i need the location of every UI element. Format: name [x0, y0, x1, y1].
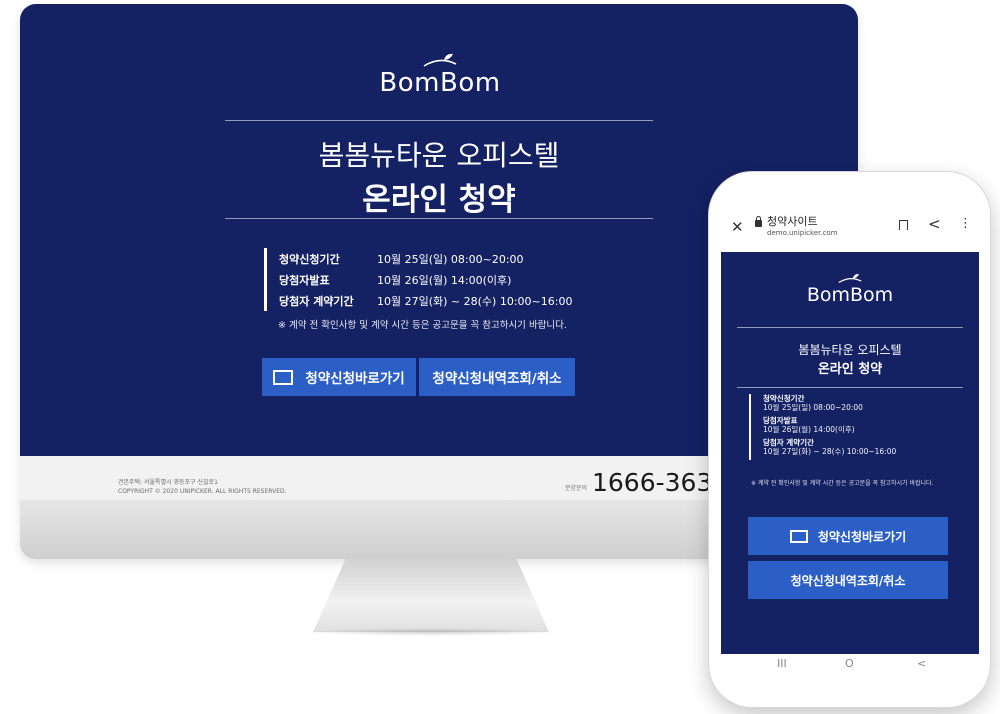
schedule-value: 10월 26일(월) 14:00(이후)	[377, 273, 512, 287]
apply-button[interactable]: 청약신청바로가기	[748, 517, 948, 555]
lock-icon	[755, 216, 762, 227]
lookup-cancel-button[interactable]: 청약신청내역조회/취소	[748, 561, 948, 599]
schedule-row: 당첨자발표 10월 26일(월) 14:00(이후)	[279, 269, 609, 290]
schedule-value: 10월 27일(화) ~ 28(수) 10:00~16:00	[763, 447, 897, 456]
mobile-screen: ✕ 청약사이트 demo.unipicker.com < ⋮ BomBom 봄봄…	[721, 208, 979, 678]
schedule-label: 당첨자 계약기간	[763, 438, 814, 447]
divider	[737, 327, 963, 328]
schedule-value: 10월 25일(일) 08:00~20:00	[377, 252, 524, 266]
mobile-phone: ✕ 청약사이트 demo.unipicker.com < ⋮ BomBom 봄봄…	[708, 171, 991, 708]
apply-button-label: 청약신청바로가기	[817, 529, 907, 544]
browser-url-bar: ✕ 청약사이트 demo.unipicker.com < ⋮	[721, 208, 979, 252]
page-subtitle: 온라인 청약	[362, 182, 516, 218]
close-icon[interactable]: ✕	[731, 218, 744, 236]
lookup-button-label: 청약신청내역조회/취소	[790, 573, 906, 588]
brand-name: BomBom	[379, 68, 501, 98]
divider	[225, 218, 653, 219]
browser-url[interactable]: demo.unipicker.com	[767, 229, 838, 237]
schedule-label: 당첨자발표	[279, 273, 330, 287]
page-title: 봄봄뉴타운 오피스텔	[318, 139, 560, 172]
page-title: 봄봄뉴타운 오피스텔	[798, 343, 902, 357]
divider	[225, 120, 653, 121]
schedule-label: 청약신청기간	[279, 252, 340, 266]
page-subtitle: 온라인 청약	[817, 362, 883, 377]
apply-button[interactable]: 청약신청바로가기	[262, 358, 416, 396]
image-icon	[273, 369, 294, 385]
monitor-stand	[313, 558, 549, 632]
desktop-brand-logo[interactable]: BomBom	[350, 52, 530, 98]
brand-name: BomBom	[806, 284, 894, 306]
schedule-list: 청약신청기간 10월 25일(일) 08:00~20:00 당첨자발표 10월 …	[264, 248, 609, 311]
schedule-row: 청약신청기간 10월 25일(일) 08:00~20:00	[279, 248, 609, 269]
footer-copyright: COPYRIGHT © 2020 UNIPICKER. ALL RIGHTS R…	[118, 488, 287, 495]
notice-text: ※ 계약 전 확인사항 및 계약 시간 등은 공고문을 꼭 참고하시기 바랍니다…	[278, 320, 567, 331]
home-icon[interactable]: O	[845, 657, 854, 670]
schedule-value: 10월 25일(일) 08:00~20:00	[763, 403, 863, 412]
lookup-cancel-button[interactable]: 청약신청내역조회/취소	[419, 358, 575, 396]
schedule-label: 당첨자 계약기간	[279, 294, 354, 308]
mobile-page-content: BomBom 봄봄뉴타운 오피스텔 온라인 청약 청약신청기간 10월 25일(…	[721, 252, 979, 654]
lookup-button-label: 청약신청내역조회/취소	[432, 371, 562, 387]
footer-info: 견본주택: 서울특별시 영등포구 신길로1 COPYRIGHT © 2020 U…	[118, 478, 287, 496]
footer-address: 견본주택: 서울특별시 영등포구 신길로1	[118, 479, 218, 486]
recent-apps-icon[interactable]: III	[777, 657, 787, 670]
apply-button-label: 청약신청바로가기	[305, 371, 405, 387]
image-icon	[789, 529, 808, 543]
back-icon[interactable]: <	[917, 657, 926, 670]
notice-text: ※ 계약 전 확인사항 및 계약 시간 등은 공고문을 꼭 참고하시기 바랍니다…	[751, 480, 934, 487]
callcenter-label: 분양문의	[565, 485, 588, 492]
browser-page-title: 청약사이트	[767, 215, 818, 228]
bookmark-icon[interactable]	[899, 220, 908, 230]
divider	[737, 387, 963, 388]
stand-shadow	[300, 628, 562, 636]
schedule-value: 10월 27일(화) ~ 28(수) 10:00~16:00	[377, 294, 573, 308]
more-icon[interactable]: ⋮	[959, 216, 972, 231]
android-nav-bar: III O <	[721, 654, 979, 678]
schedule-list: 청약신청기간 10월 25일(일) 08:00~20:00 당첨자발표 10월 …	[749, 394, 963, 460]
schedule-value: 10월 26일(월) 14:00(이후)	[763, 425, 855, 434]
share-icon[interactable]: <	[928, 215, 941, 233]
schedule-label: 청약신청기간	[763, 394, 805, 403]
schedule-label: 당첨자발표	[763, 416, 798, 425]
mobile-brand-logo[interactable]: BomBom	[785, 272, 915, 306]
schedule-row: 당첨자 계약기간 10월 27일(화) ~ 28(수) 10:00~16:00	[279, 290, 609, 311]
